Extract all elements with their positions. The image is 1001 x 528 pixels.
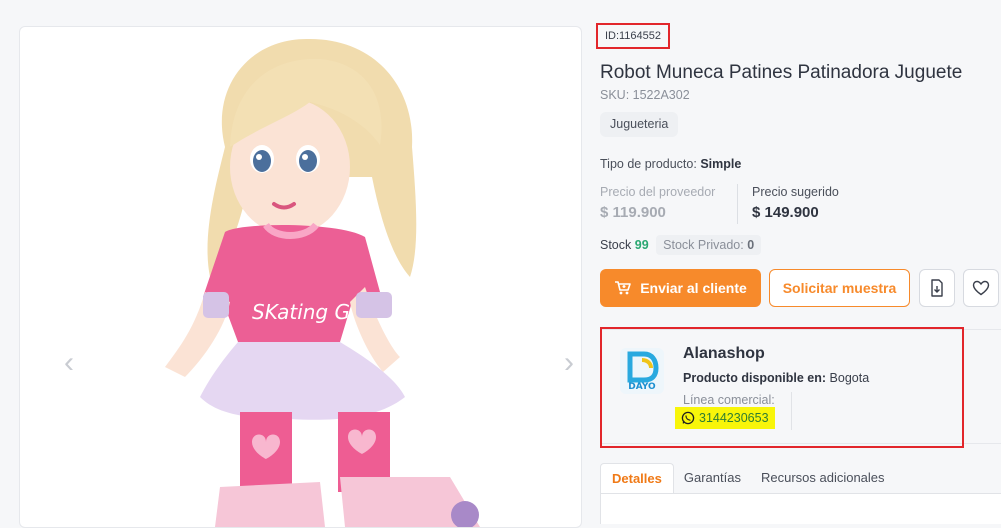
private-stock-value: 0 — [747, 238, 755, 252]
commercial-line-label: Línea comercial: — [683, 393, 775, 407]
stock-value: 99 — [634, 238, 649, 252]
seller-name[interactable]: Alanashop — [683, 345, 765, 363]
private-stock-badge: Stock Privado: 0 — [656, 235, 762, 255]
gallery-prev-icon[interactable]: ‹ — [60, 348, 78, 378]
suggested-price-value: $ 149.900 — [752, 204, 819, 221]
seller-availability: Producto disponible en: Bogota — [683, 371, 869, 385]
supplier-price: Precio del proveedor $ 119.900 — [600, 185, 715, 221]
heart-icon — [972, 280, 990, 296]
detail-tabs: Detalles Garantías Recursos adicionales — [600, 463, 895, 494]
suggested-price-label: Precio sugerido — [752, 185, 839, 199]
price-divider — [737, 184, 738, 224]
product-type-value: Simple — [700, 157, 742, 171]
suggested-price: Precio sugerido $ 149.900 — [752, 185, 839, 221]
product-image: SKating Girl — [165, 38, 480, 527]
product-title: Robot Muneca Patines Patinadora Juguete — [600, 62, 963, 83]
whatsapp-phone-link[interactable]: 3144230653 — [675, 407, 775, 429]
product-type: Tipo de producto: Simple — [600, 157, 741, 171]
tab-content — [600, 493, 1001, 524]
stock-info: Stock 99 Stock Privado: 0 — [600, 235, 762, 255]
supplier-price-label: Precio del proveedor — [600, 185, 716, 199]
seller-phone-number: 3144230653 — [699, 411, 769, 425]
availability-value: Bogota — [829, 371, 870, 385]
seller-logo-text: DAYO — [628, 382, 656, 392]
download-icon — [931, 279, 943, 297]
product-info-panel: ID:1164552 Robot Muneca Patines Patinado… — [586, 0, 1001, 524]
product-sku: SKU: 1522A302 — [600, 88, 690, 102]
stock-label: Stock — [600, 238, 632, 252]
product-id: ID:1164552 — [596, 23, 670, 49]
category-tag[interactable]: Jugueteria — [600, 112, 679, 137]
request-sample-button[interactable]: Solicitar muestra — [769, 269, 910, 307]
seller-logo-image: DAYO — [627, 351, 659, 392]
cart-icon — [615, 281, 631, 295]
tab-additional-resources[interactable]: Recursos adicionales — [751, 463, 895, 493]
whatsapp-icon — [681, 411, 695, 425]
seller-logo: DAYO — [620, 348, 664, 394]
supplier-price-value: $ 119.900 — [600, 204, 666, 221]
product-type-label: Tipo de producto: — [600, 157, 697, 171]
tab-warranties[interactable]: Garantías — [674, 463, 751, 493]
send-to-client-button[interactable]: Enviar al cliente — [600, 269, 761, 307]
product-gallery: SKating Girl ‹ › — [19, 26, 582, 528]
download-button[interactable] — [919, 269, 955, 307]
private-stock-label: Stock Privado: — [663, 238, 744, 252]
availability-label: Producto disponible en: — [683, 371, 827, 385]
gallery-next-icon[interactable]: › — [560, 348, 578, 378]
send-to-client-label: Enviar al cliente — [640, 280, 747, 296]
tab-details[interactable]: Detalles — [600, 463, 674, 494]
request-sample-label: Solicitar muestra — [782, 280, 897, 296]
seller-separator — [791, 392, 792, 430]
favorite-button[interactable] — [963, 269, 999, 307]
